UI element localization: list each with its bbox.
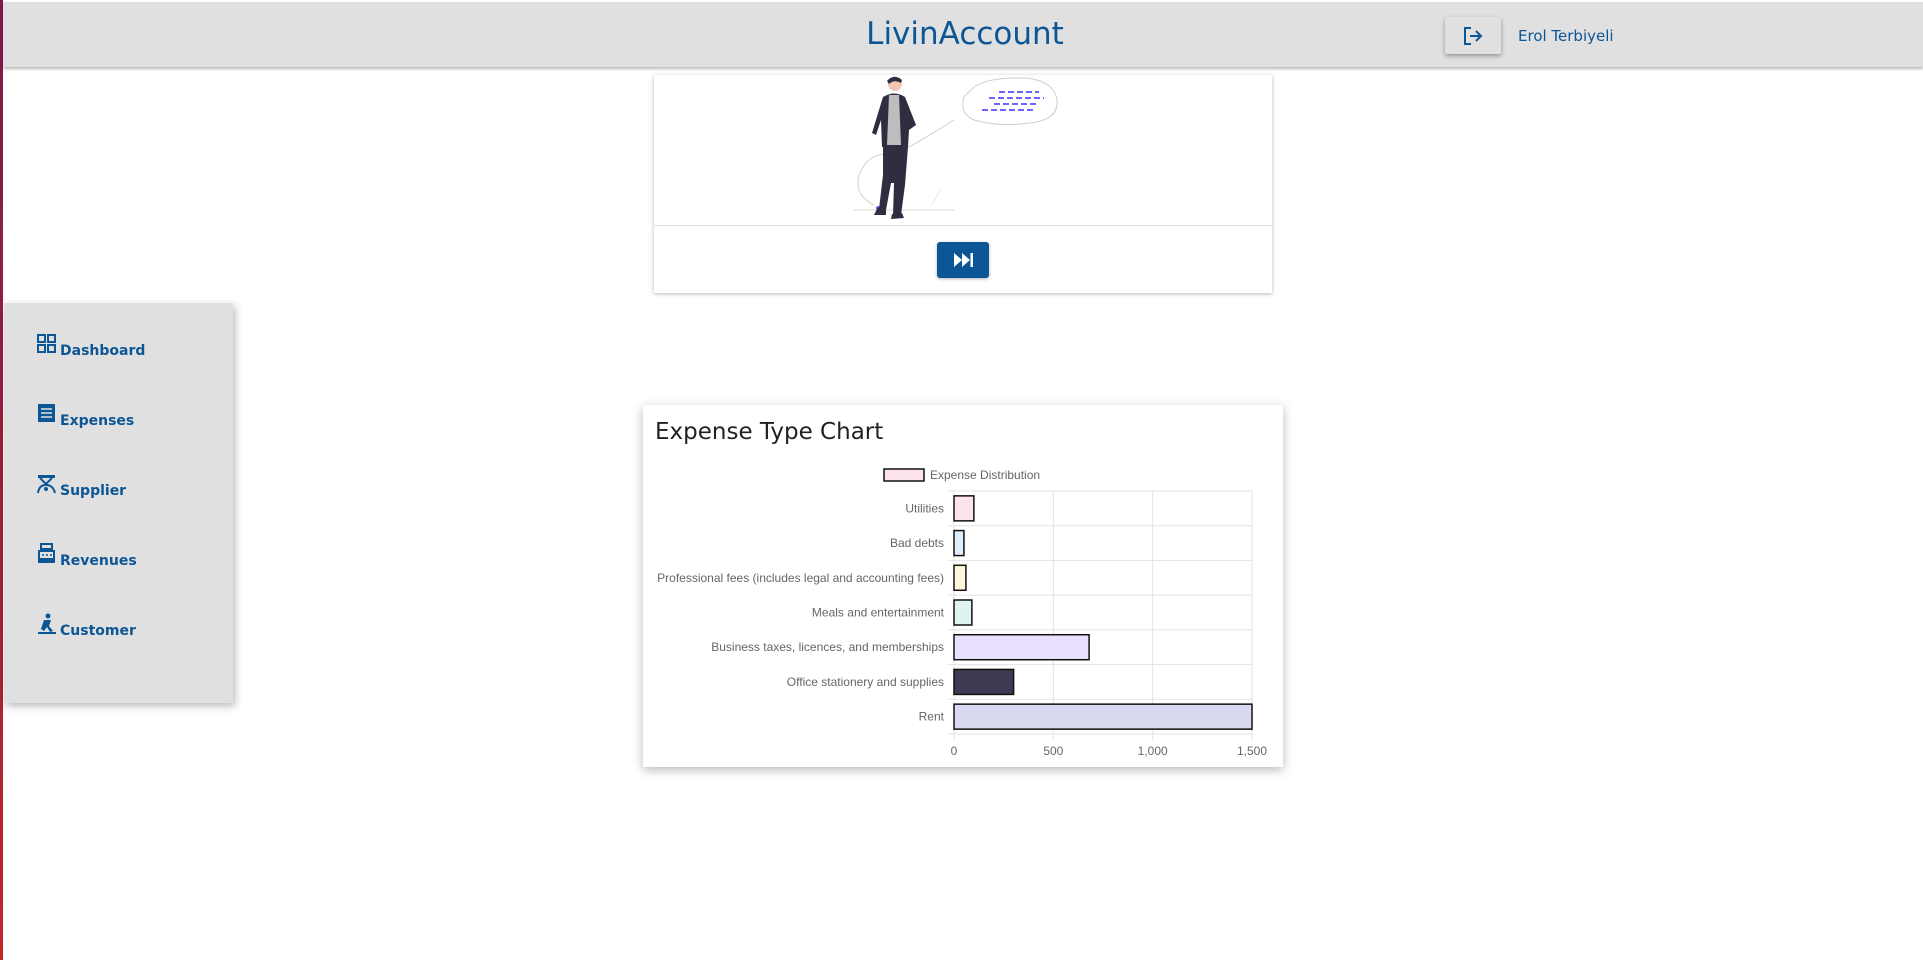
chart-x-tick-label: 1,000	[1138, 744, 1168, 758]
sidebar-item-label: Revenues	[60, 553, 137, 569]
sidebar-item-label: Expenses	[60, 413, 135, 429]
sidebar-item-label: Dashboard	[60, 343, 146, 359]
chart-x-tick-label: 0	[951, 744, 958, 758]
customer-icon	[38, 613, 56, 634]
chart-bar[interactable]	[953, 703, 1253, 730]
left-edge-strip	[0, 0, 3, 960]
chart-category-label: Meals and entertainment	[812, 606, 945, 620]
chart-legend[interactable]: Expense Distribution	[883, 468, 1040, 482]
legend-label: Expense Distribution	[930, 468, 1040, 482]
chart-category-label: Professional fees (includes legal and ac…	[657, 571, 944, 585]
chart-category-label: Business taxes, licences, and membership…	[711, 640, 944, 654]
chart-bar[interactable]	[953, 668, 1015, 696]
top-app-bar: LivinAccount Erol Terbiyeli	[3, 2, 1923, 67]
sidebar-item-label: Customer	[60, 623, 136, 639]
chart-bar[interactable]	[953, 633, 1090, 661]
chart-category-label: Utilities	[905, 501, 944, 515]
legend-swatch	[883, 468, 925, 482]
welcome-card	[654, 75, 1272, 293]
sidebar-item-customer[interactable]: Customer	[37, 613, 136, 639]
dashboard-icon	[37, 334, 56, 353]
logout-button[interactable]	[1445, 17, 1501, 54]
chart-bar[interactable]	[953, 599, 973, 626]
sidebar-item-dashboard[interactable]: Dashboard	[37, 333, 145, 359]
sidebar-item-supplier[interactable]: Supplier	[37, 473, 126, 499]
fast-forward-icon	[954, 253, 973, 267]
user-name[interactable]: Erol Terbiyeli	[1518, 27, 1614, 45]
logout-icon	[1464, 26, 1483, 45]
sidebar-item-expenses[interactable]: Expenses	[37, 403, 134, 429]
chart-x-tick-label: 500	[1043, 744, 1063, 758]
cash-register-icon	[38, 543, 55, 563]
sidebar-item-revenues[interactable]: Revenues	[37, 543, 137, 569]
person-illustration	[854, 76, 1058, 219]
sidebar-nav: Dashboard Expenses Supplier Revenues Cus…	[4, 303, 233, 703]
sidebar-item-label: Supplier	[60, 483, 127, 499]
next-button[interactable]	[937, 242, 989, 278]
chart-bar[interactable]	[953, 564, 967, 592]
expense-chart-card: Expense Type Chart Utilities Bad debts Pro…	[643, 405, 1283, 767]
chart-category-label: Bad debts	[890, 536, 944, 550]
expense-type-chart: Utilities Bad debts Professional fees (inc…	[657, 468, 1267, 758]
app-title: LivinAccount	[866, 16, 1064, 52]
card-divider	[654, 225, 1272, 226]
chart-bar[interactable]	[953, 495, 975, 522]
receipt-icon	[38, 404, 55, 422]
chart-bar[interactable]	[953, 529, 965, 557]
supplier-icon	[37, 475, 56, 494]
chart-category-label: Office stationery and supplies	[787, 675, 944, 689]
chart-category-label: Rent	[919, 710, 945, 724]
chart-x-tick-label: 1,500	[1237, 744, 1267, 758]
